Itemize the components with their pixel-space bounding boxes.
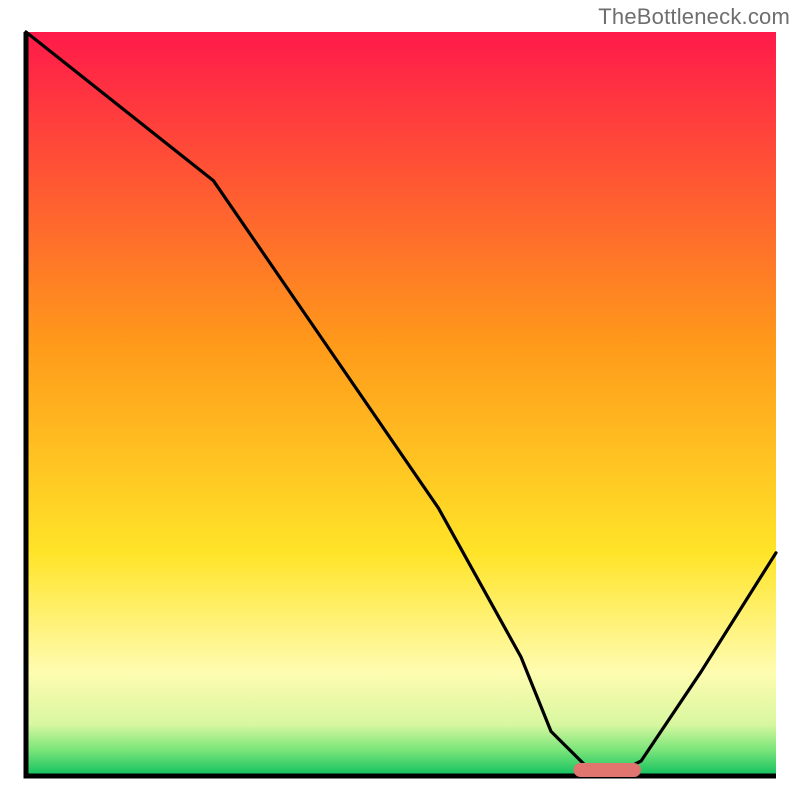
bottleneck-chart xyxy=(0,0,800,800)
plot-background xyxy=(26,32,776,776)
sweet-spot-marker xyxy=(574,763,642,777)
chart-root: TheBottleneck.com xyxy=(0,0,800,800)
